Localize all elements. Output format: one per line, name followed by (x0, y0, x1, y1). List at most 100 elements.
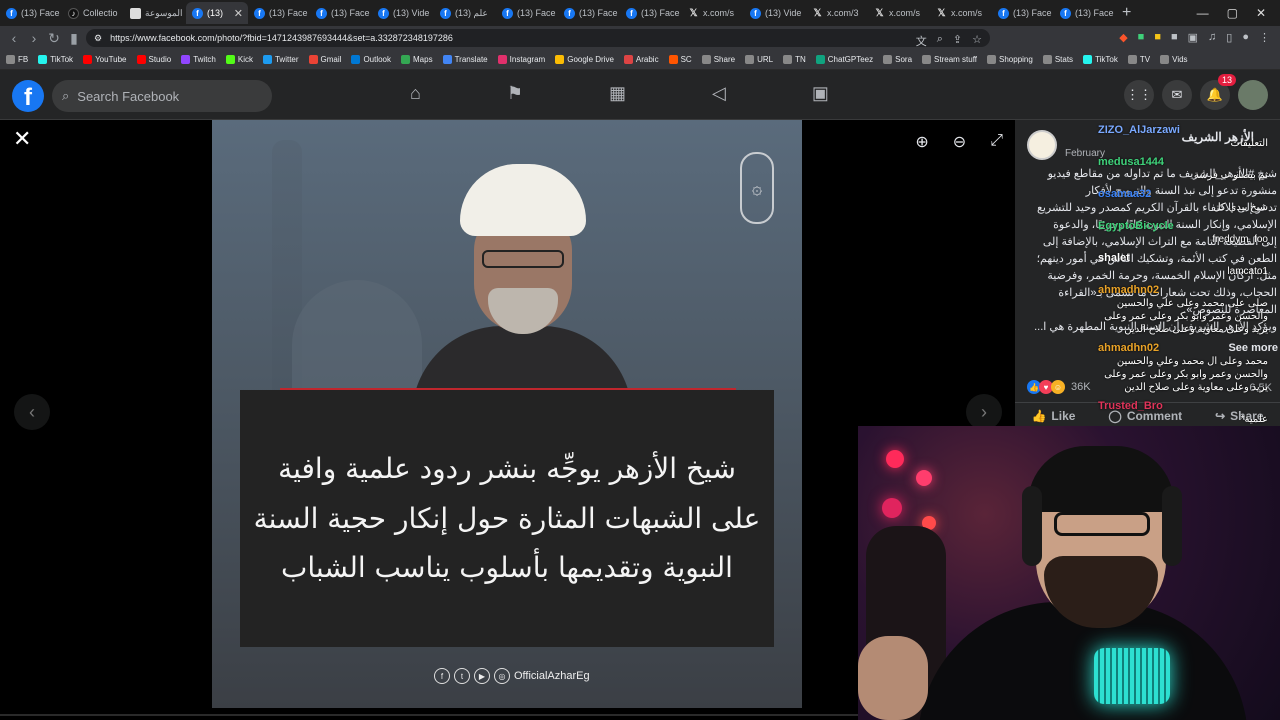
translate-icon[interactable]: 文 (916, 33, 927, 49)
brave-shield-icon[interactable]: ◆ (1119, 31, 1127, 44)
share-button[interactable]: ↪ Share (1215, 409, 1263, 423)
headline-box: شيخ الأزهر يوجِّه بنشر ردود علمية وافية … (240, 390, 774, 647)
bookmark-item[interactable]: TV (1127, 55, 1150, 64)
bookmark-item[interactable]: Maps (401, 55, 433, 64)
avatar[interactable] (1238, 80, 1268, 110)
bookmark-item[interactable]: URL (745, 55, 773, 64)
bookmark-item[interactable]: Studio (136, 55, 171, 64)
bookmark-item[interactable]: Share (701, 55, 735, 64)
browser-tab[interactable]: الموسوعة (124, 2, 186, 24)
forward-icon[interactable]: › (24, 30, 44, 46)
browser-tab[interactable]: f (13) Face (620, 2, 682, 24)
zoom-in-icon[interactable]: ⊕ (915, 132, 928, 152)
like-button[interactable]: 👍 Like (1031, 409, 1075, 423)
star-icon[interactable]: ☆ (972, 33, 982, 49)
browser-tab[interactable]: f (13) Face (558, 2, 620, 24)
dashboard-icon[interactable]: ▦ (609, 83, 626, 104)
bookmark-item[interactable]: Translate (442, 55, 488, 64)
bookmark-item[interactable]: Instagram (497, 55, 545, 64)
next-photo-button[interactable]: › (966, 394, 1002, 430)
page-name[interactable]: الأزهر الشريف (1182, 130, 1254, 144)
browser-tab[interactable]: 𝕏x.com/s (930, 2, 992, 24)
extension-icon[interactable]: ■ (1138, 31, 1145, 44)
bookmark-item[interactable]: Sora (883, 55, 912, 64)
browser-tab[interactable]: f (13) Face (0, 2, 62, 24)
browser-tab[interactable]: f (13) Face (310, 2, 372, 24)
browser-tab[interactable]: f (13) Vide (744, 2, 806, 24)
back-icon[interactable]: ‹ (4, 30, 24, 46)
messenger-icon[interactable]: ✉ (1162, 80, 1192, 110)
reactions-summary[interactable]: 👍 ♥ ☺ 36K (1027, 380, 1091, 394)
bookmark-item[interactable]: Kick (225, 55, 253, 64)
bookmark-item[interactable]: TN (783, 55, 806, 64)
browser-tab[interactable]: f (13) Face (496, 2, 558, 24)
bookmark-icon[interactable]: ▮ (64, 30, 84, 47)
extension-icon[interactable]: ■ (1154, 31, 1161, 44)
search-placeholder: Search Facebook (77, 88, 180, 104)
share-icon[interactable]: ⇪ (953, 33, 962, 49)
browser-tab[interactable]: f (13) Face (1054, 2, 1116, 24)
fullscreen-icon[interactable]: ⤢ (990, 132, 1003, 152)
bookmark-item[interactable]: Stream stuff (922, 55, 977, 64)
page-avatar[interactable] (1027, 130, 1057, 160)
site-info-icon[interactable]: ⚙ (94, 33, 102, 44)
bookmark-item[interactable]: Twitter (262, 55, 299, 64)
bookmark-item[interactable]: Twitch (181, 55, 216, 64)
bookmark-item[interactable]: FB (6, 55, 28, 64)
browser-tab[interactable]: 𝕏x.com/s (868, 2, 930, 24)
comment-button[interactable]: ◯ Comment (1108, 409, 1182, 423)
pages-flag-icon[interactable]: ⚑ (507, 83, 523, 104)
see-more-link[interactable]: See more (1228, 342, 1278, 354)
menu-grid-icon[interactable]: ⋮⋮ (1124, 80, 1154, 110)
tab-label: (13) Face (331, 8, 370, 18)
x-icon: 𝕏 (875, 7, 884, 19)
browser-tab[interactable]: f (13) Face (248, 2, 310, 24)
bookmark-item[interactable]: YouTube (83, 55, 127, 64)
minimize-icon[interactable]: — (1197, 6, 1209, 20)
extension-icon[interactable]: ▣ (1188, 31, 1198, 44)
bookmark-item[interactable]: Gmail (308, 55, 341, 64)
facebook-icon: f (564, 7, 575, 19)
reload-icon[interactable]: ↻ (44, 30, 64, 47)
bookmark-item[interactable]: Stats (1042, 55, 1073, 64)
extension-icon[interactable]: ■ (1171, 31, 1178, 44)
browser-tab[interactable]: f (13) ✕ (186, 2, 248, 24)
address-bar[interactable]: ⚙ https://www.facebook.com/photo/?fbid=1… (86, 29, 990, 49)
previous-photo-button[interactable]: ‹ (14, 394, 50, 430)
browser-tab[interactable]: f (13) Face (992, 2, 1054, 24)
marketplace-icon[interactable]: ▣ (812, 83, 829, 104)
bookmark-item[interactable]: Vids (1160, 55, 1188, 64)
browser-tab[interactable]: f (13) علم (434, 2, 496, 24)
bookmark-item[interactable]: ChatGPTeez (815, 55, 873, 64)
browser-tab[interactable]: f (13) Vide (372, 2, 434, 24)
facebook-icon: f (1060, 7, 1071, 19)
profile-icon[interactable]: ● (1242, 31, 1249, 44)
bookmark-item[interactable]: TikTok (38, 55, 73, 64)
facebook-logo-icon[interactable]: f (12, 80, 44, 112)
close-window-icon[interactable]: ✕ (1256, 6, 1266, 20)
shares-count[interactable]: 6.5K (1249, 382, 1272, 394)
bookmark-item[interactable]: Outlook (351, 55, 391, 64)
home-icon[interactable]: ⌂ (410, 83, 421, 104)
maximize-icon[interactable]: ▢ (1227, 6, 1238, 20)
close-tab-icon[interactable]: ✕ (234, 7, 243, 20)
media-icon[interactable]: ♫ (1208, 31, 1216, 44)
sidebar-icon[interactable]: ▯ (1226, 31, 1232, 44)
bookmark-item[interactable]: SC (668, 55, 692, 64)
post-date[interactable]: February (1065, 148, 1105, 159)
ads-megaphone-icon[interactable]: ◁ (712, 83, 726, 104)
zoom-icon[interactable]: ⌕ (937, 33, 943, 49)
bookmark-item[interactable]: Google Drive (555, 55, 614, 64)
zoom-out-icon[interactable]: ⊖ (953, 132, 966, 152)
browser-tab[interactable]: 𝕏x.com/s (682, 2, 744, 24)
bookmark-item[interactable]: Arabic (623, 55, 659, 64)
notifications-icon[interactable]: 🔔 13 (1200, 74, 1236, 110)
search-input[interactable]: ⌕ Search Facebook (52, 80, 272, 112)
menu-icon[interactable]: ⋮ (1259, 31, 1270, 44)
bookmark-item[interactable]: Shopping (987, 55, 1033, 64)
browser-tab[interactable]: 𝕏x.com/3 (806, 2, 868, 24)
bookmark-item[interactable]: TikTok (1083, 55, 1118, 64)
browser-tab[interactable]: ♪ Collectio (62, 2, 124, 24)
new-tab-icon[interactable]: + (1122, 4, 1131, 22)
close-icon[interactable]: ✕ (13, 126, 31, 152)
